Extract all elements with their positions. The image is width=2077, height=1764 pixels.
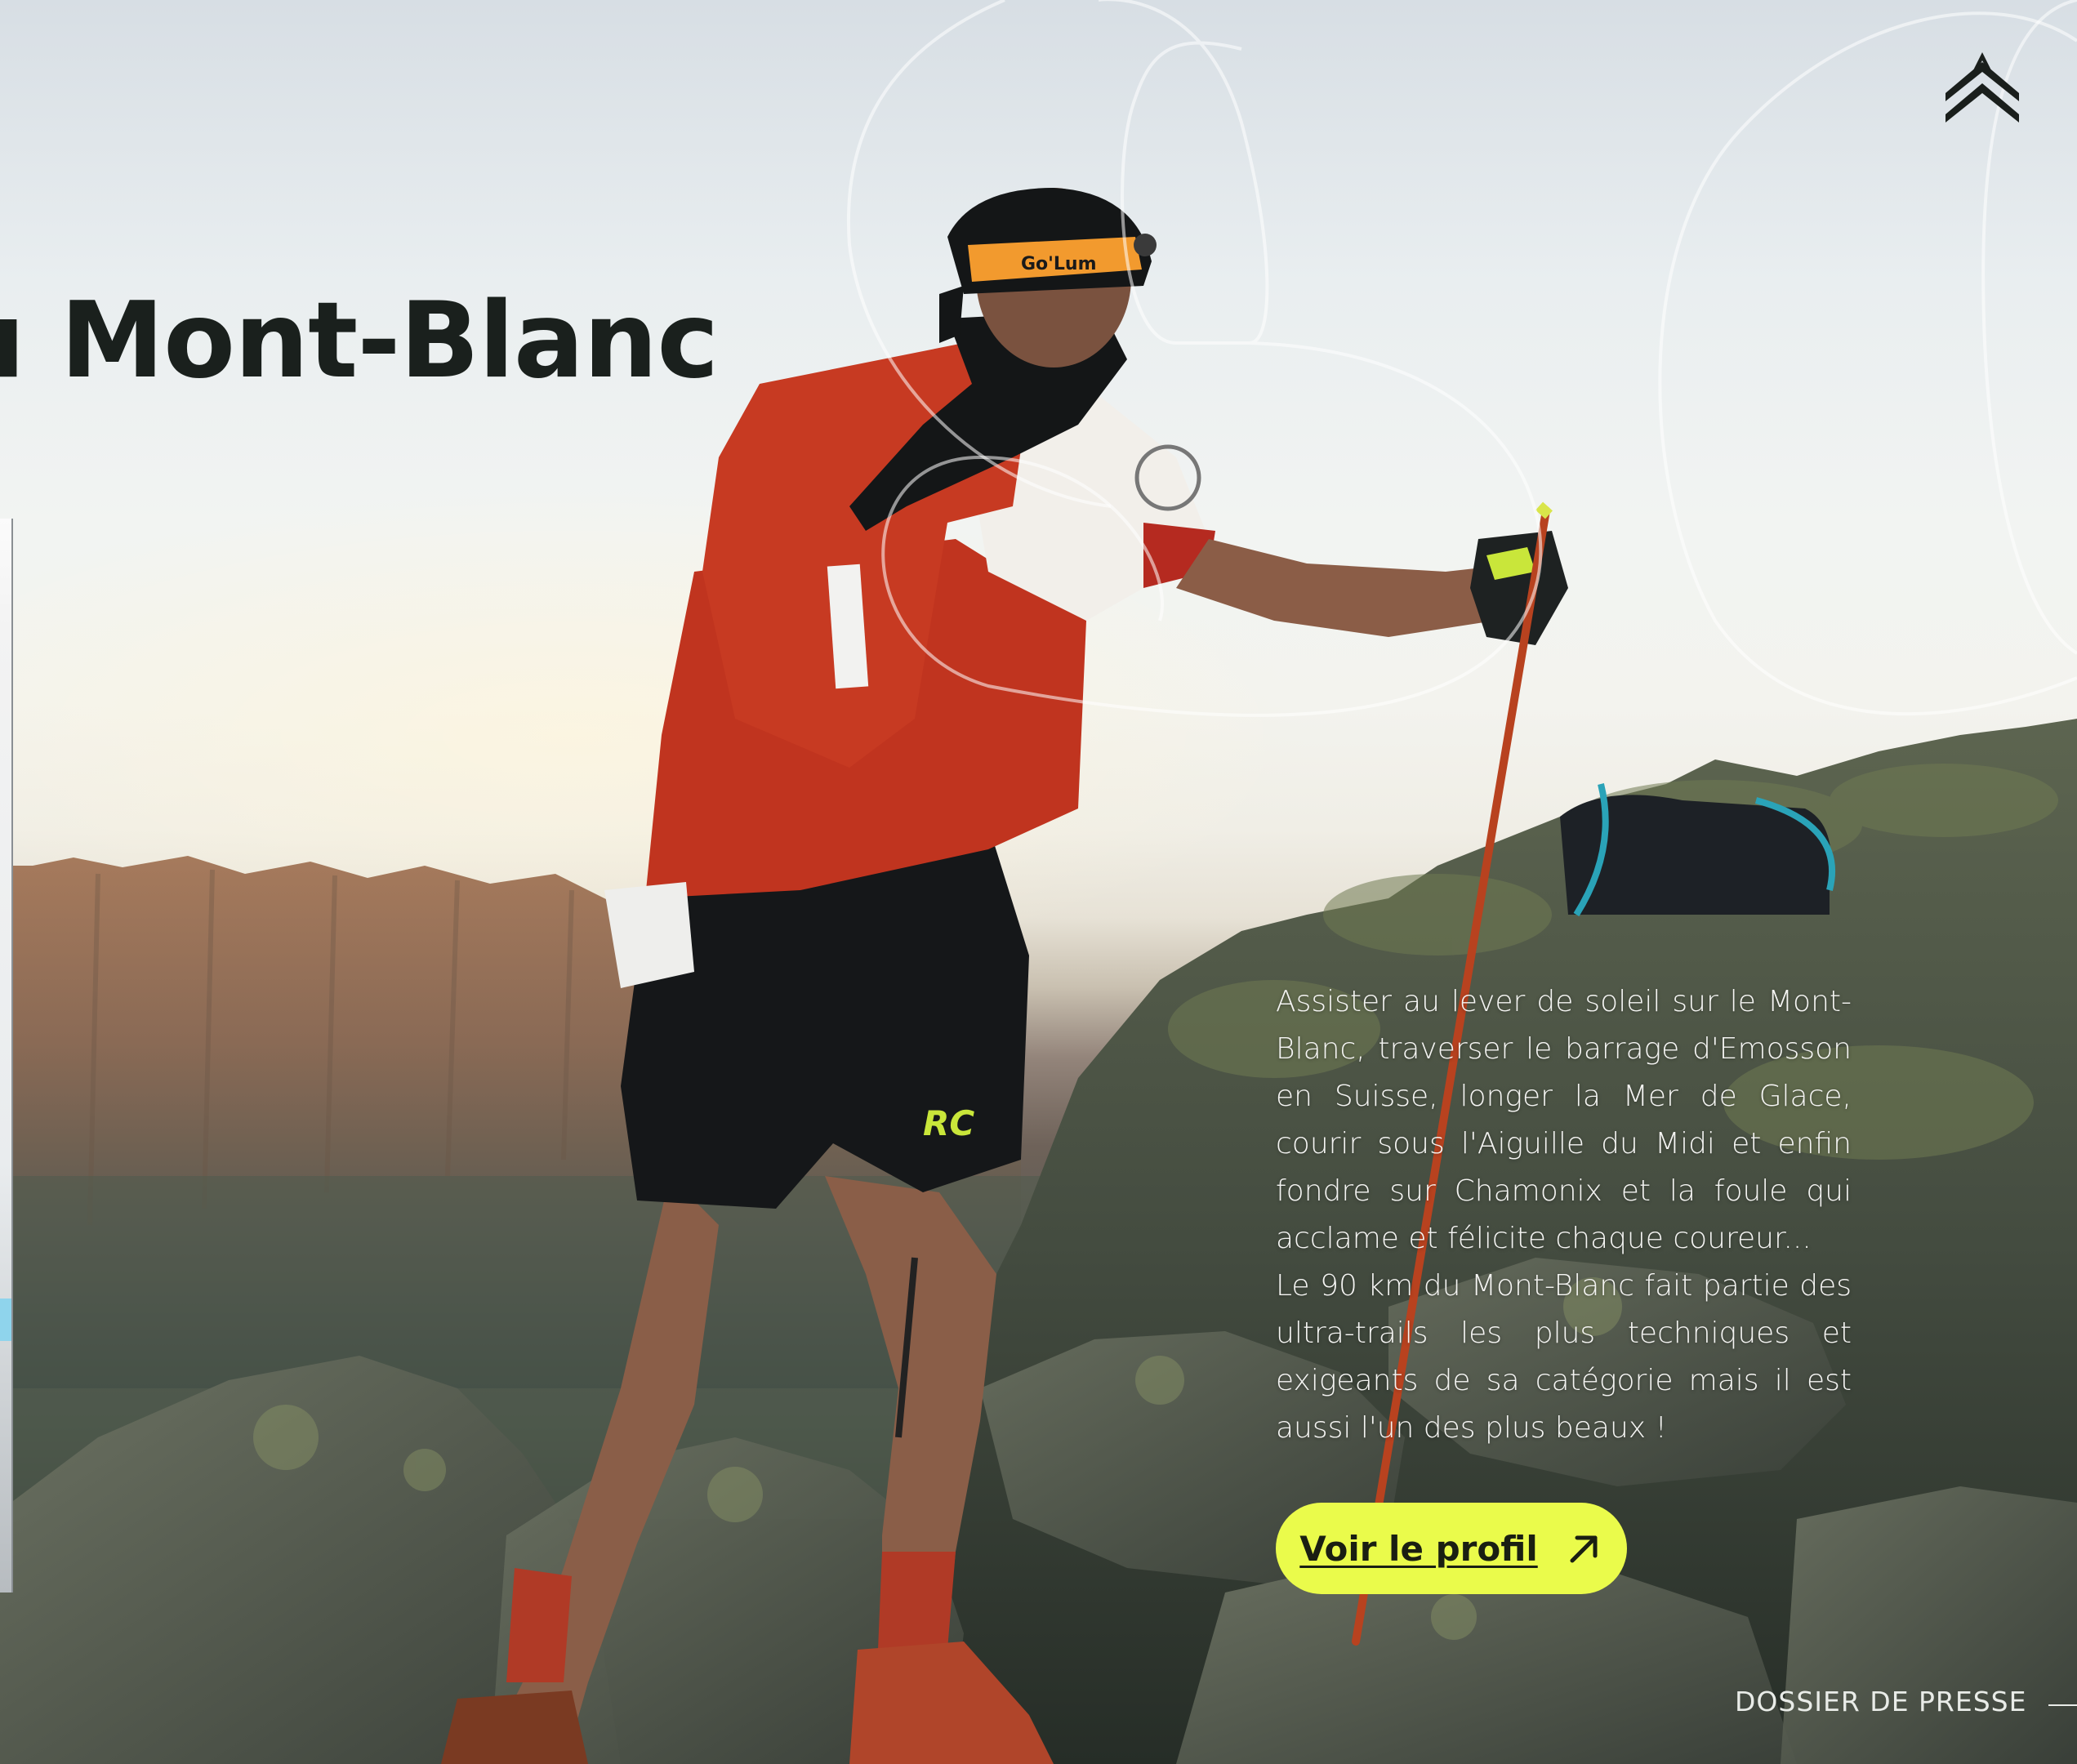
press-kit-link[interactable]: DOSSIER DE PRESSE: [1735, 1686, 2026, 1717]
side-panel-edge: [0, 519, 13, 1592]
description-paragraph: Assister au lever de soleil sur le Mont-…: [1276, 985, 1852, 1255]
svg-text:Go'Lum: Go'Lum: [1021, 254, 1097, 274]
brand-logo-link[interactable]: [1942, 46, 2022, 126]
svg-text:RC: RC: [923, 1103, 974, 1143]
page-title: u Mont-Blanc: [0, 280, 719, 402]
view-profile-label: Voir le profil: [1299, 1528, 1538, 1569]
race-description: Assister au lever de soleil sur le Mont-…: [1276, 978, 1852, 1452]
side-panel-accent: [0, 1298, 11, 1341]
double-chevron-up-icon: [1946, 52, 2019, 122]
hero-section: RC Go'Lum u Mont-Blanc Assister au lever…: [0, 0, 2077, 1764]
arrow-up-right-icon: [1570, 1535, 1598, 1563]
hero-photo-illustration: RC Go'Lum: [0, 0, 2077, 1764]
description-paragraph: Le 90 km du Mont-Blanc fait partie des u…: [1276, 1269, 1852, 1445]
press-link-rule: [2048, 1704, 2077, 1706]
view-profile-button[interactable]: Voir le profil: [1276, 1503, 1627, 1594]
